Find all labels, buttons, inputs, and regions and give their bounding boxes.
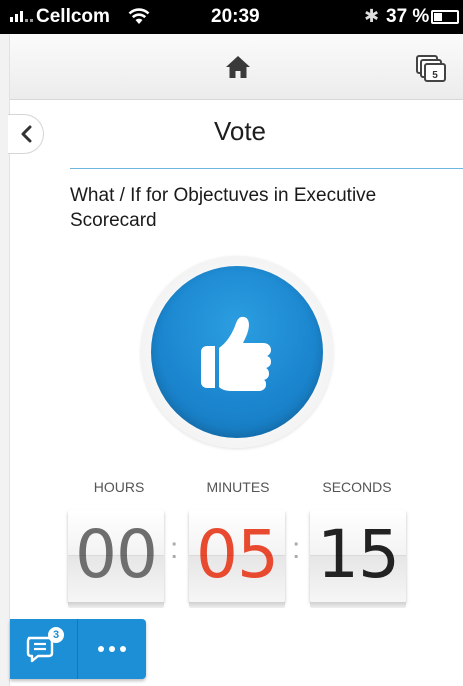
bluetooth-icon: ✱ [364,6,380,26]
chat-badge: 3 [48,627,64,643]
seconds-label: SECONDS [322,479,392,495]
seconds-value: 15 [310,510,406,608]
bottom-toolbar: 3 [10,619,146,679]
signal-icon [10,11,33,22]
page-title: Vote [213,116,267,146]
minutes-label: MINUTES [206,479,270,495]
wifi-icon [128,7,150,31]
timer-separator: : [292,532,301,565]
top-nav-bar: 5 [10,34,463,100]
status-bar: Cellcom 20:39 ✱ 37 % [0,0,463,34]
cards-count: 5 [432,70,438,81]
vote-question: What / If for Objectuves in Executive Sc… [70,185,377,231]
title-divider [70,168,463,169]
chevron-left-icon [21,125,31,143]
minutes-value: 05 [189,510,285,608]
back-button[interactable] [8,114,44,154]
home-icon[interactable] [224,54,252,80]
thumbs-up-icon [201,316,271,391]
battery-percent: 37 % [386,6,430,27]
hours-label: HOURS [93,479,145,495]
battery-icon [431,10,459,24]
chat-button[interactable]: 3 [10,619,77,679]
vote-button[interactable] [151,266,323,438]
clock-time: 20:39 [211,6,260,27]
timer-separator: : [170,532,179,565]
cards-icon[interactable]: 5 [415,54,447,84]
more-button[interactable] [78,619,146,679]
hours-value: 00 [68,510,164,608]
carrier-name: Cellcom [36,6,110,27]
more-icon [98,646,104,652]
